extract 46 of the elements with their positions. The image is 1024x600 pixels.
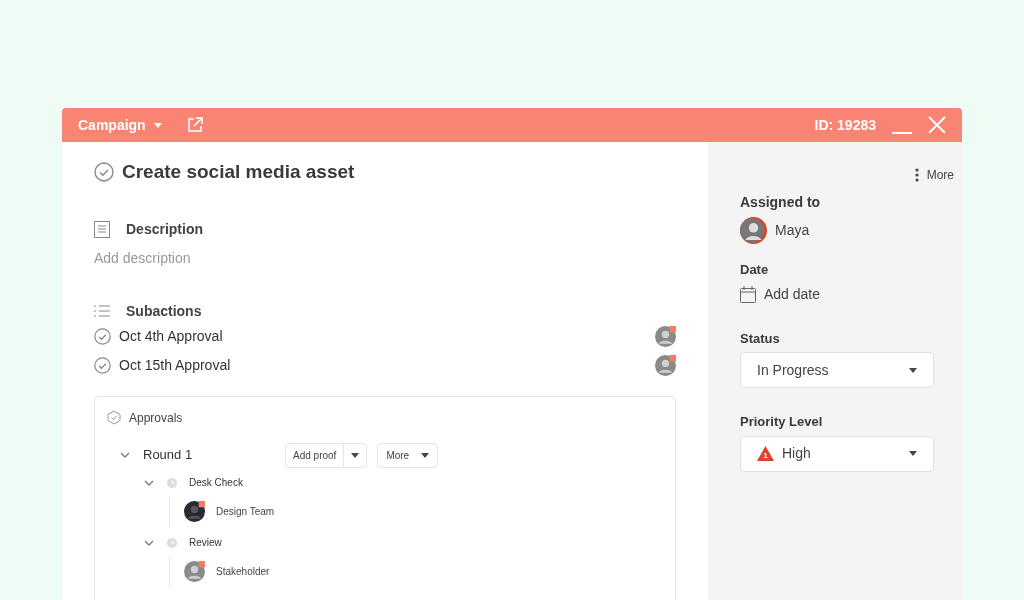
external-link-icon[interactable]	[185, 116, 204, 134]
caret-icon	[351, 452, 360, 458]
subaction-name[interactable]: Oct 15th Approval	[119, 354, 231, 376]
avatar-icon	[184, 501, 205, 522]
hexagon-check-icon	[107, 410, 121, 425]
avatar-icon	[655, 354, 676, 376]
caret-icon	[421, 452, 430, 458]
caret-icon	[153, 122, 162, 128]
subaction-name[interactable]: Oct 4th Approval	[119, 325, 223, 347]
date-field[interactable]: Add date	[764, 283, 821, 305]
step-name[interactable]: Review	[189, 535, 222, 550]
reviewer-name: Stakeholder	[216, 565, 270, 579]
field-label: Date	[740, 261, 770, 279]
check-circle-icon[interactable]	[94, 162, 114, 183]
field-label: Status	[740, 329, 781, 348]
list-icon	[94, 305, 110, 317]
check-circle-icon[interactable]	[94, 356, 111, 374]
warning-badge: 1	[757, 446, 774, 461]
avatar-icon	[655, 325, 676, 347]
caret-icon	[909, 451, 917, 456]
caret-icon	[909, 367, 917, 373]
priority-dropdown[interactable]: 1 High	[740, 435, 934, 472]
task-id: ID: 19283	[814, 115, 876, 135]
section-heading: Description	[126, 219, 203, 239]
section-heading: Approvals	[129, 409, 183, 427]
reviewer-name: Design Team	[216, 505, 275, 519]
more-vertical-icon[interactable]	[914, 168, 919, 182]
avatar-icon	[740, 217, 767, 244]
add-proof-button[interactable]: Add proof	[285, 442, 368, 468]
task-title: Create social media asset	[122, 160, 355, 184]
avatar-icon	[184, 561, 205, 582]
status-dropdown[interactable]: In Progress	[740, 352, 934, 388]
section-heading: Subactions	[126, 301, 202, 321]
check-circle-icon[interactable]	[94, 327, 111, 345]
assignee-name[interactable]: Maya	[775, 220, 810, 241]
step-name[interactable]: Desk Check	[189, 475, 243, 490]
clock-icon	[167, 477, 177, 488]
calendar-icon	[740, 285, 756, 303]
document-icon	[94, 220, 110, 238]
field-label: Priority Level	[740, 413, 824, 431]
close-icon[interactable]	[928, 116, 946, 134]
clock-icon	[167, 537, 177, 548]
more-button[interactable]: More	[377, 442, 439, 468]
more-link[interactable]: More	[926, 166, 954, 184]
field-label: Assigned to	[740, 193, 822, 212]
round-name[interactable]: Round 1	[143, 445, 285, 465]
